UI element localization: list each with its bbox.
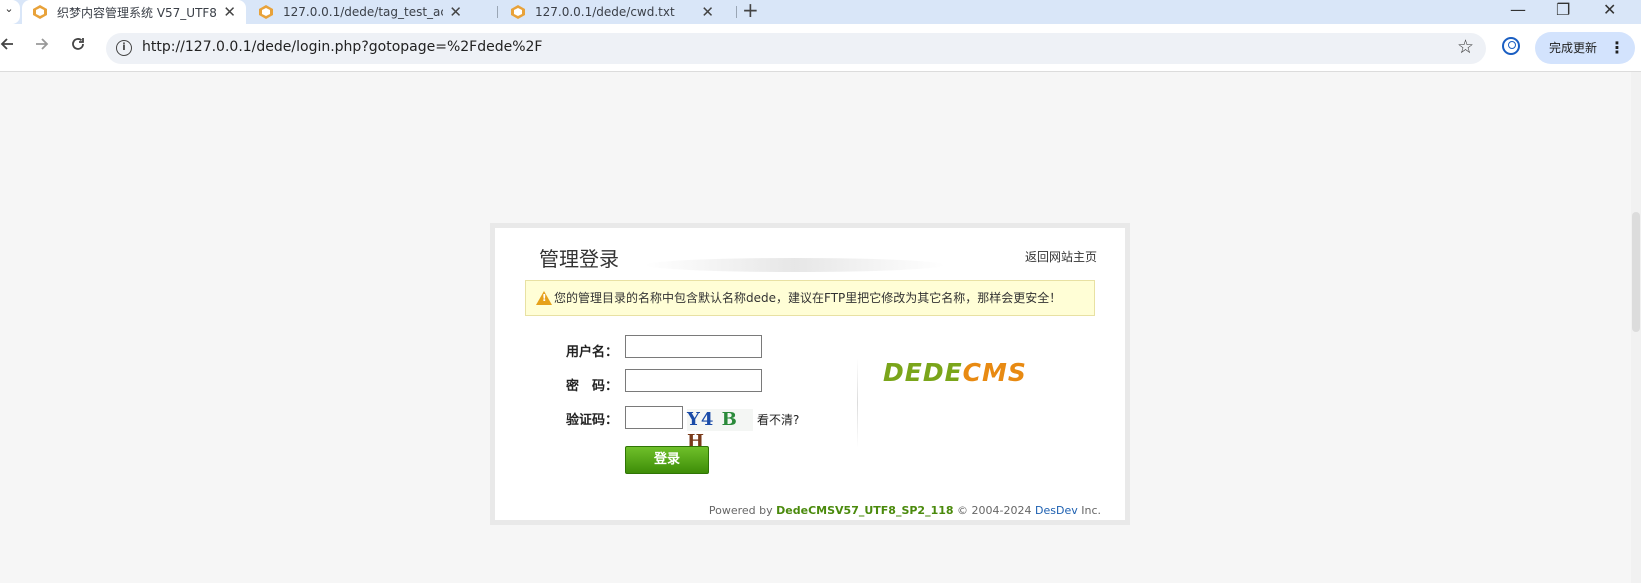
return-home-link[interactable]: 返回网站主页 [1025,248,1097,265]
forward-icon[interactable] [35,37,49,51]
login-panel: 管理登录 返回网站主页 您的管理目录的名称中包含默认名称dede，建议在FTP里… [490,223,1130,525]
desdev-link[interactable]: DesDev [1035,504,1078,517]
tab-separator [497,6,498,18]
tab-dedecms-admin[interactable]: 织梦内容管理系统 V57_UTF8_SP2_118 ✕ [22,0,246,24]
tab-cwd-txt[interactable]: 127.0.0.1/dede/cwd.txt ✕ [500,0,724,24]
warning-icon [536,291,552,305]
footer-powered: Powered by [708,504,777,517]
tab-title: 127.0.0.1/dede/tag_test_action.php [283,5,443,19]
tab-title: 127.0.0.1/dede/cwd.txt [535,5,675,19]
dedecms-logo: DEDECMS [883,358,1027,387]
tab-title: 织梦内容管理系统 V57_UTF8_SP2_118 [57,5,217,20]
reload-icon[interactable] [71,37,85,51]
tab-tag-test-action[interactable]: 127.0.0.1/dede/tag_test_action.php ✕ [248,0,472,24]
captcha-input[interactable] [625,406,683,429]
back-icon[interactable] [0,37,14,51]
page-title: 管理登录 [539,247,619,271]
logo-text-dede: DEDE [883,358,963,387]
powered-by-footer: Powered by DedeCMSV57_UTF8_SP2_118 © 200… [709,504,1101,517]
site-info-icon[interactable]: i [116,40,132,56]
restore-window-icon[interactable]: ❐ [1556,0,1570,19]
address-bar[interactable]: i http://127.0.0.1/dede/login.php?gotopa… [106,33,1486,64]
login-button[interactable]: 登录 [625,446,709,474]
logo-text-cms: CMS [962,358,1027,387]
tab-separator [736,6,737,18]
username-label: 用户名： [566,345,619,360]
new-tab-plus-icon[interactable]: + [742,0,759,22]
update-button[interactable]: 完成更新 ⋮ [1535,32,1635,64]
profile-icon[interactable] [1502,37,1520,55]
footer-copyright: © 2004-2024 [953,504,1036,517]
footer-inc: Inc. [1077,504,1101,517]
dedecms-favicon-icon [511,5,525,19]
close-icon[interactable]: ✕ [701,3,714,21]
warning-text: 您的管理目录的名称中包含默认名称dede，建议在FTP里把它修改为其它名称，那样… [554,291,1062,305]
bookmark-star-icon[interactable]: ☆ [1457,36,1474,58]
captcha-char: Y4 [687,409,715,430]
close-icon[interactable]: ✕ [449,3,462,21]
captcha-char: B [721,409,738,430]
password-label: 密 码： [566,379,619,394]
refresh-captcha-link[interactable]: 看不清? [757,411,799,428]
close-icon[interactable]: ✕ [223,3,236,21]
scrollbar-thumb[interactable] [1632,212,1640,332]
more-menu-icon[interactable]: ⋮ [1609,32,1625,64]
browser-toolbar: i http://127.0.0.1/dede/login.php?gotopa… [0,24,1641,72]
page-scrollbar[interactable] [1631,72,1641,583]
username-input[interactable] [625,335,762,358]
close-window-icon[interactable]: ✕ [1603,0,1616,19]
title-shadow-decoration [645,258,945,272]
password-input[interactable] [625,369,762,392]
url-text[interactable]: http://127.0.0.1/dede/login.php?gotopage… [142,39,542,55]
dedecms-favicon-icon [33,5,47,19]
version-link[interactable]: DedeCMSV57_UTF8_SP2_118 [776,504,953,517]
dedecms-favicon-icon [259,5,273,19]
warning-banner: 您的管理目录的名称中包含默认名称dede，建议在FTP里把它修改为其它名称，那样… [525,280,1095,316]
vertical-divider [857,358,858,448]
captcha-label: 验证码： [566,413,619,428]
minimize-window-icon[interactable]: — [1510,0,1526,19]
captcha-image[interactable]: Y4 B H [687,409,753,452]
tab-search-chevron-icon[interactable]: ⌄ [0,0,20,24]
update-button-label: 完成更新 [1549,41,1598,55]
tab-bar: ⌄ 织梦内容管理系统 V57_UTF8_SP2_118 ✕ 127.0.0.1/… [0,0,1641,24]
